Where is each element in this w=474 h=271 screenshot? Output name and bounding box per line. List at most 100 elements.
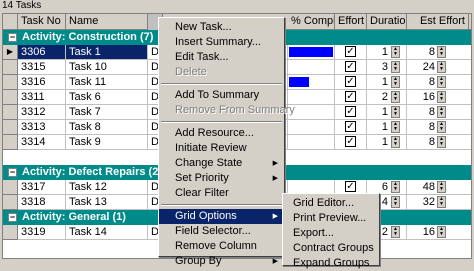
menu-item-group-by[interactable]: Group By ▶: [159, 254, 284, 269]
est-effort-spinner-icon[interactable]: ▲ ▼: [437, 61, 446, 73]
cell-task-no[interactable]: 3311: [18, 90, 66, 105]
cell-name[interactable]: Task 10: [66, 60, 148, 75]
submenu-item-grid-editor[interactable]: Grid Editor...: [283, 196, 379, 211]
cell-name[interactable]: Task 7: [66, 105, 148, 120]
est-effort-spinner-icon[interactable]: ▲ ▼: [437, 181, 446, 193]
menu-item-edit-task[interactable]: Edit Task...: [159, 50, 284, 65]
group-label: Activity: Construction (7): [22, 31, 154, 43]
cell-name[interactable]: Task 1: [66, 45, 148, 60]
window-title: 14 Tasks: [0, 0, 474, 13]
submenu-arrow-icon: ▶: [272, 160, 278, 167]
effort-checkbox[interactable]: ✓: [345, 136, 356, 147]
est-effort-spinner-icon[interactable]: ▲ ▼: [437, 121, 446, 133]
duration-value: 1: [381, 46, 388, 58]
row-header[interactable]: [3, 225, 18, 240]
duration-spinner-icon[interactable]: ▲ ▼: [391, 106, 400, 118]
menu-item-add-to-summary[interactable]: Add To Summary: [159, 88, 284, 103]
effort-checkbox[interactable]: ✓: [345, 106, 356, 117]
column-header-effort[interactable]: Effort I: [335, 14, 367, 30]
collapse-icon[interactable]: −: [8, 213, 17, 222]
duration-spinner-icon[interactable]: ▲ ▼: [391, 121, 400, 133]
row-header[interactable]: [3, 120, 18, 135]
cell-task-no[interactable]: 3317: [18, 180, 66, 195]
row-pointer-icon[interactable]: ▶: [3, 45, 18, 60]
cell-percent-complete[interactable]: [288, 135, 335, 150]
submenu-item-export[interactable]: Export...: [283, 226, 379, 241]
cell-task-no[interactable]: 3318: [18, 195, 66, 210]
duration-spinner-icon[interactable]: ▲ ▼: [391, 76, 400, 88]
menu-item-grid-options[interactable]: Grid Options ▶: [159, 209, 284, 224]
cell-name[interactable]: Task 9: [66, 135, 148, 150]
row-header[interactable]: [3, 180, 18, 195]
cell-name[interactable]: Task 6: [66, 90, 148, 105]
submenu-item-expand-groups[interactable]: Expand Groups: [283, 256, 379, 271]
est-effort-value: 8: [428, 106, 435, 118]
est-effort-spinner-icon[interactable]: ▲ ▼: [437, 136, 446, 148]
row-header[interactable]: [3, 75, 18, 90]
est-effort-spinner-icon[interactable]: ▲ ▼: [437, 76, 446, 88]
header-corner: [3, 14, 18, 30]
est-effort-spinner-icon[interactable]: ▲ ▼: [437, 91, 446, 103]
menu-item-remove-from-summary[interactable]: Remove From Summary: [159, 103, 295, 118]
cell-percent-complete[interactable]: [288, 105, 335, 120]
duration-spinner-icon[interactable]: ▲ ▼: [391, 136, 400, 148]
menu-item-change-state[interactable]: Change State ▶: [159, 156, 284, 171]
cell-name[interactable]: Task 14: [66, 225, 148, 240]
row-header[interactable]: [3, 60, 18, 75]
cell-task-no[interactable]: 3314: [18, 135, 66, 150]
menu-item-field-selector[interactable]: Field Selector...: [159, 224, 284, 239]
menu-item-remove-column[interactable]: Remove Column: [159, 239, 284, 254]
duration-spinner-icon[interactable]: ▲ ▼: [391, 91, 400, 103]
cell-task-no[interactable]: 3313: [18, 120, 66, 135]
duration-value: 1: [381, 76, 388, 88]
effort-checkbox[interactable]: ✓: [345, 61, 356, 72]
cell-percent-complete[interactable]: [288, 90, 335, 105]
column-header-est-effort[interactable]: Est Effort: [407, 14, 469, 30]
menu-item-clear-filter[interactable]: Clear Filter: [159, 186, 284, 201]
cell-task-no[interactable]: 3306: [18, 45, 66, 60]
cell-name[interactable]: Task 8: [66, 120, 148, 135]
cell-name[interactable]: Task 12: [66, 180, 148, 195]
duration-spinner-icon[interactable]: ▲ ▼: [391, 46, 400, 58]
est-effort-spinner-icon[interactable]: ▲ ▼: [437, 226, 446, 238]
row-header[interactable]: [3, 135, 18, 150]
effort-checkbox[interactable]: ✓: [345, 76, 356, 87]
collapse-icon[interactable]: −: [8, 33, 17, 42]
cell-task-no[interactable]: 3315: [18, 60, 66, 75]
effort-checkbox[interactable]: ✓: [345, 91, 356, 102]
row-header[interactable]: [3, 105, 18, 120]
effort-checkbox[interactable]: ✓: [345, 181, 356, 192]
duration-spinner-icon[interactable]: ▲ ▼: [391, 196, 400, 208]
effort-checkbox[interactable]: ✓: [345, 121, 356, 132]
est-effort-spinner-icon[interactable]: ▲ ▼: [437, 46, 446, 58]
duration-spinner-icon[interactable]: ▲ ▼: [391, 61, 400, 73]
cell-task-no[interactable]: 3316: [18, 75, 66, 90]
collapse-icon[interactable]: −: [8, 168, 17, 177]
menu-item-add-resource[interactable]: Add Resource...: [159, 126, 284, 141]
row-header[interactable]: [3, 195, 18, 210]
cell-percent-complete[interactable]: [288, 60, 335, 75]
menu-item-initiate-review[interactable]: Initiate Review: [159, 141, 284, 156]
submenu-item-contract-groups[interactable]: Contract Groups: [283, 241, 379, 256]
effort-checkbox[interactable]: ✓: [345, 46, 356, 57]
menu-item-new-task[interactable]: New Task...: [159, 20, 284, 35]
menu-item-set-priority[interactable]: Set Priority ▶: [159, 171, 284, 186]
menu-item-delete[interactable]: Delete: [159, 65, 284, 80]
column-header-task-no[interactable]: Task No: [18, 14, 66, 30]
submenu-item-print-preview[interactable]: Print Preview...: [283, 211, 379, 226]
est-effort-spinner-icon[interactable]: ▲ ▼: [437, 106, 446, 118]
column-header-name[interactable]: Name: [66, 14, 148, 30]
cell-task-no[interactable]: 3312: [18, 105, 66, 120]
column-header-duration[interactable]: Duration: [367, 14, 407, 30]
cell-task-no[interactable]: 3319: [18, 225, 66, 240]
duration-spinner-icon[interactable]: ▲ ▼: [391, 181, 400, 193]
cell-name[interactable]: Task 13: [66, 195, 148, 210]
menu-item-insert-summary[interactable]: Insert Summary...: [159, 35, 284, 50]
row-header[interactable]: [3, 90, 18, 105]
est-effort-spinner-icon[interactable]: ▲ ▼: [437, 196, 446, 208]
duration-spinner-icon[interactable]: ▲ ▼: [391, 226, 400, 238]
column-header-percent-complete[interactable]: % Complet: [288, 14, 335, 30]
cell-percent-complete[interactable]: [288, 120, 335, 135]
submenu-arrow-icon: ▶: [272, 213, 278, 220]
cell-name[interactable]: Task 11: [66, 75, 148, 90]
